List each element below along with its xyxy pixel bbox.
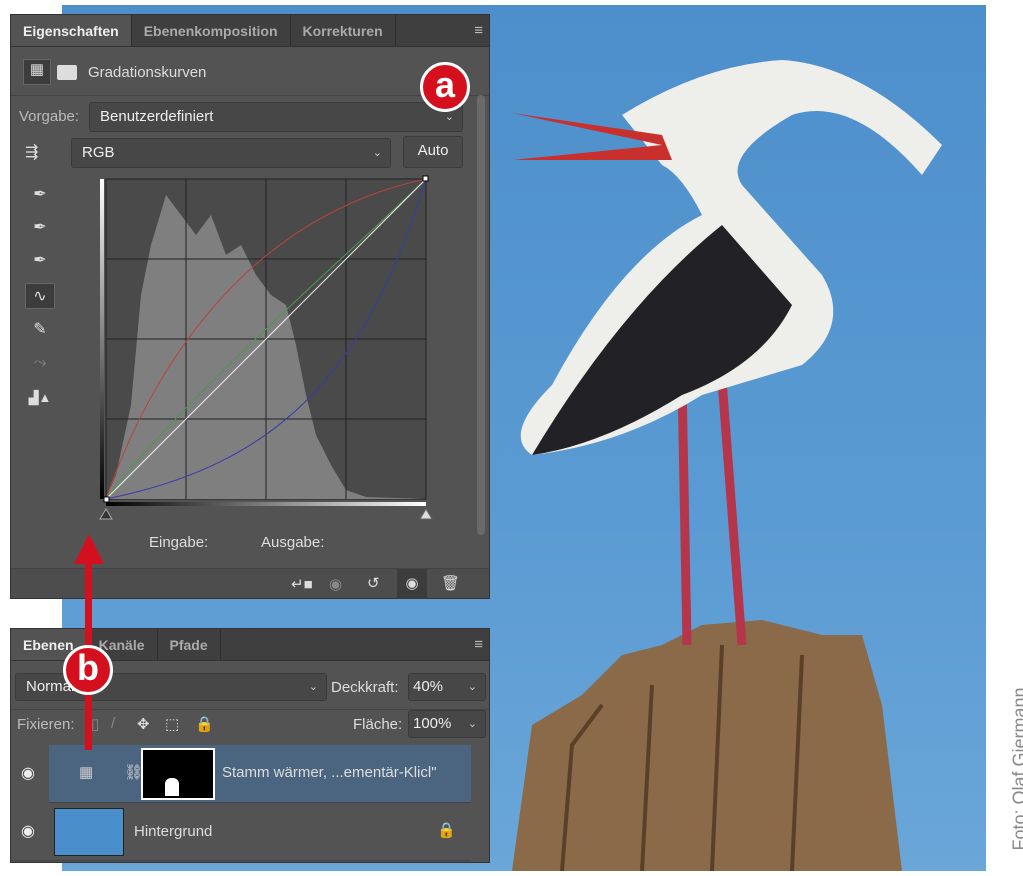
fill-input[interactable]: 100% ⌄ [408,710,486,738]
tab-eigenschaften[interactable]: Eigenschaften [11,15,132,46]
fill-value: 100% [413,715,452,732]
eyedropper-black-icon[interactable]: ✒ [25,182,55,208]
opacity-label: Deckkraft: [331,679,399,696]
reset-icon[interactable]: ↺ [367,574,380,592]
clip-to-layer-icon[interactable]: ↵■ [291,575,313,593]
layer-mask-thumbnail[interactable] [141,748,215,800]
channel-select[interactable]: RGB ⌄ [71,138,391,168]
channel-value: RGB [82,144,115,161]
opacity-input[interactable]: 40% ⌄ [408,673,486,701]
white-point-slider [419,508,433,520]
preset-value: Benutzerdefiniert [100,108,214,125]
delete-icon[interactable]: 🗑 [441,574,460,592]
lock-all-icon[interactable]: 🔒 [195,715,214,733]
preset-label: Vorgabe: [19,108,80,125]
eyedropper-white-icon[interactable]: ✒ [25,248,55,274]
curves-graph[interactable] [96,175,436,525]
layer-row-curves[interactable]: ◉ ◉ ▦ ⛓ Stamm wärmer, ...ementär-Klicl" [11,745,471,803]
properties-panel: Eigenschaften Ebenenkomposition Korrektu… [10,14,490,599]
layer-name[interactable]: Stamm wärmer, ...ementär-Klicl" [222,764,437,781]
callout-arrowhead [74,534,104,564]
adjustment-title: Gradationskurven [88,64,207,81]
panel-menu-icon[interactable]: ≡ [468,15,489,46]
layer-thumbnail [54,808,124,856]
eye-icon-visible[interactable]: ◉ [21,763,35,783]
mask-icon[interactable] [57,65,77,80]
visibility-icon[interactable]: ◉ [397,569,427,599]
input-label: Eingabe: [149,534,209,551]
preset-select[interactable]: Benutzerdefiniert ⌄ [89,102,463,132]
fill-label: Fläche: [353,716,403,733]
callout-a: a [420,62,470,112]
lock-artboard-icon[interactable]: ⬚ [165,715,179,733]
black-point-slider [99,508,113,520]
smooth-curve-icon[interactable]: ⤳ [25,350,55,376]
callout-b: b [63,645,113,695]
tab-ebenenkomposition[interactable]: Ebenenkomposition [132,15,291,46]
view-previous-icon[interactable]: ◉ [329,575,342,593]
panel-menu-icon[interactable]: ≡ [468,629,489,660]
layer-name[interactable]: Hintergrund [134,823,212,840]
photo-credit: Foto: Olaf Giermann [1009,687,1023,851]
eye-icon[interactable]: ◉ [21,821,35,841]
curve-point-tool-icon[interactable]: ∿ [25,283,55,309]
curves-layer-icon: ▦ [79,764,94,781]
scrollbar[interactable] [477,95,485,535]
lock-brush-icon[interactable]: / [111,715,115,732]
lock-transparent-icon[interactable]: ▯ [91,715,99,733]
eyedropper-gray-icon[interactable]: ✒ [25,215,55,241]
clipping-warning-icon[interactable]: ▟▲ [25,385,55,411]
lock-icon: 🔒 [437,822,456,839]
blend-mode-select[interactable]: Normal ⌄ [15,673,327,701]
tab-pfade[interactable]: Pfade [158,629,221,660]
pencil-icon[interactable]: ✎ [25,317,55,343]
auto-button[interactable]: Auto [403,136,463,168]
lock-label: Fixieren: [17,716,75,733]
tab-korrekturen[interactable]: Korrekturen [291,15,396,46]
stump [512,620,902,872]
curves-icon: ▦ [23,59,51,85]
target-adjust-icon[interactable]: ⇶ [25,142,38,162]
lock-move-icon[interactable]: ✥ [137,715,150,733]
output-label: Ausgabe: [261,534,325,551]
opacity-value: 40% [413,678,444,695]
layer-row-background[interactable]: ◉ Hintergrund 🔒 [11,803,471,861]
